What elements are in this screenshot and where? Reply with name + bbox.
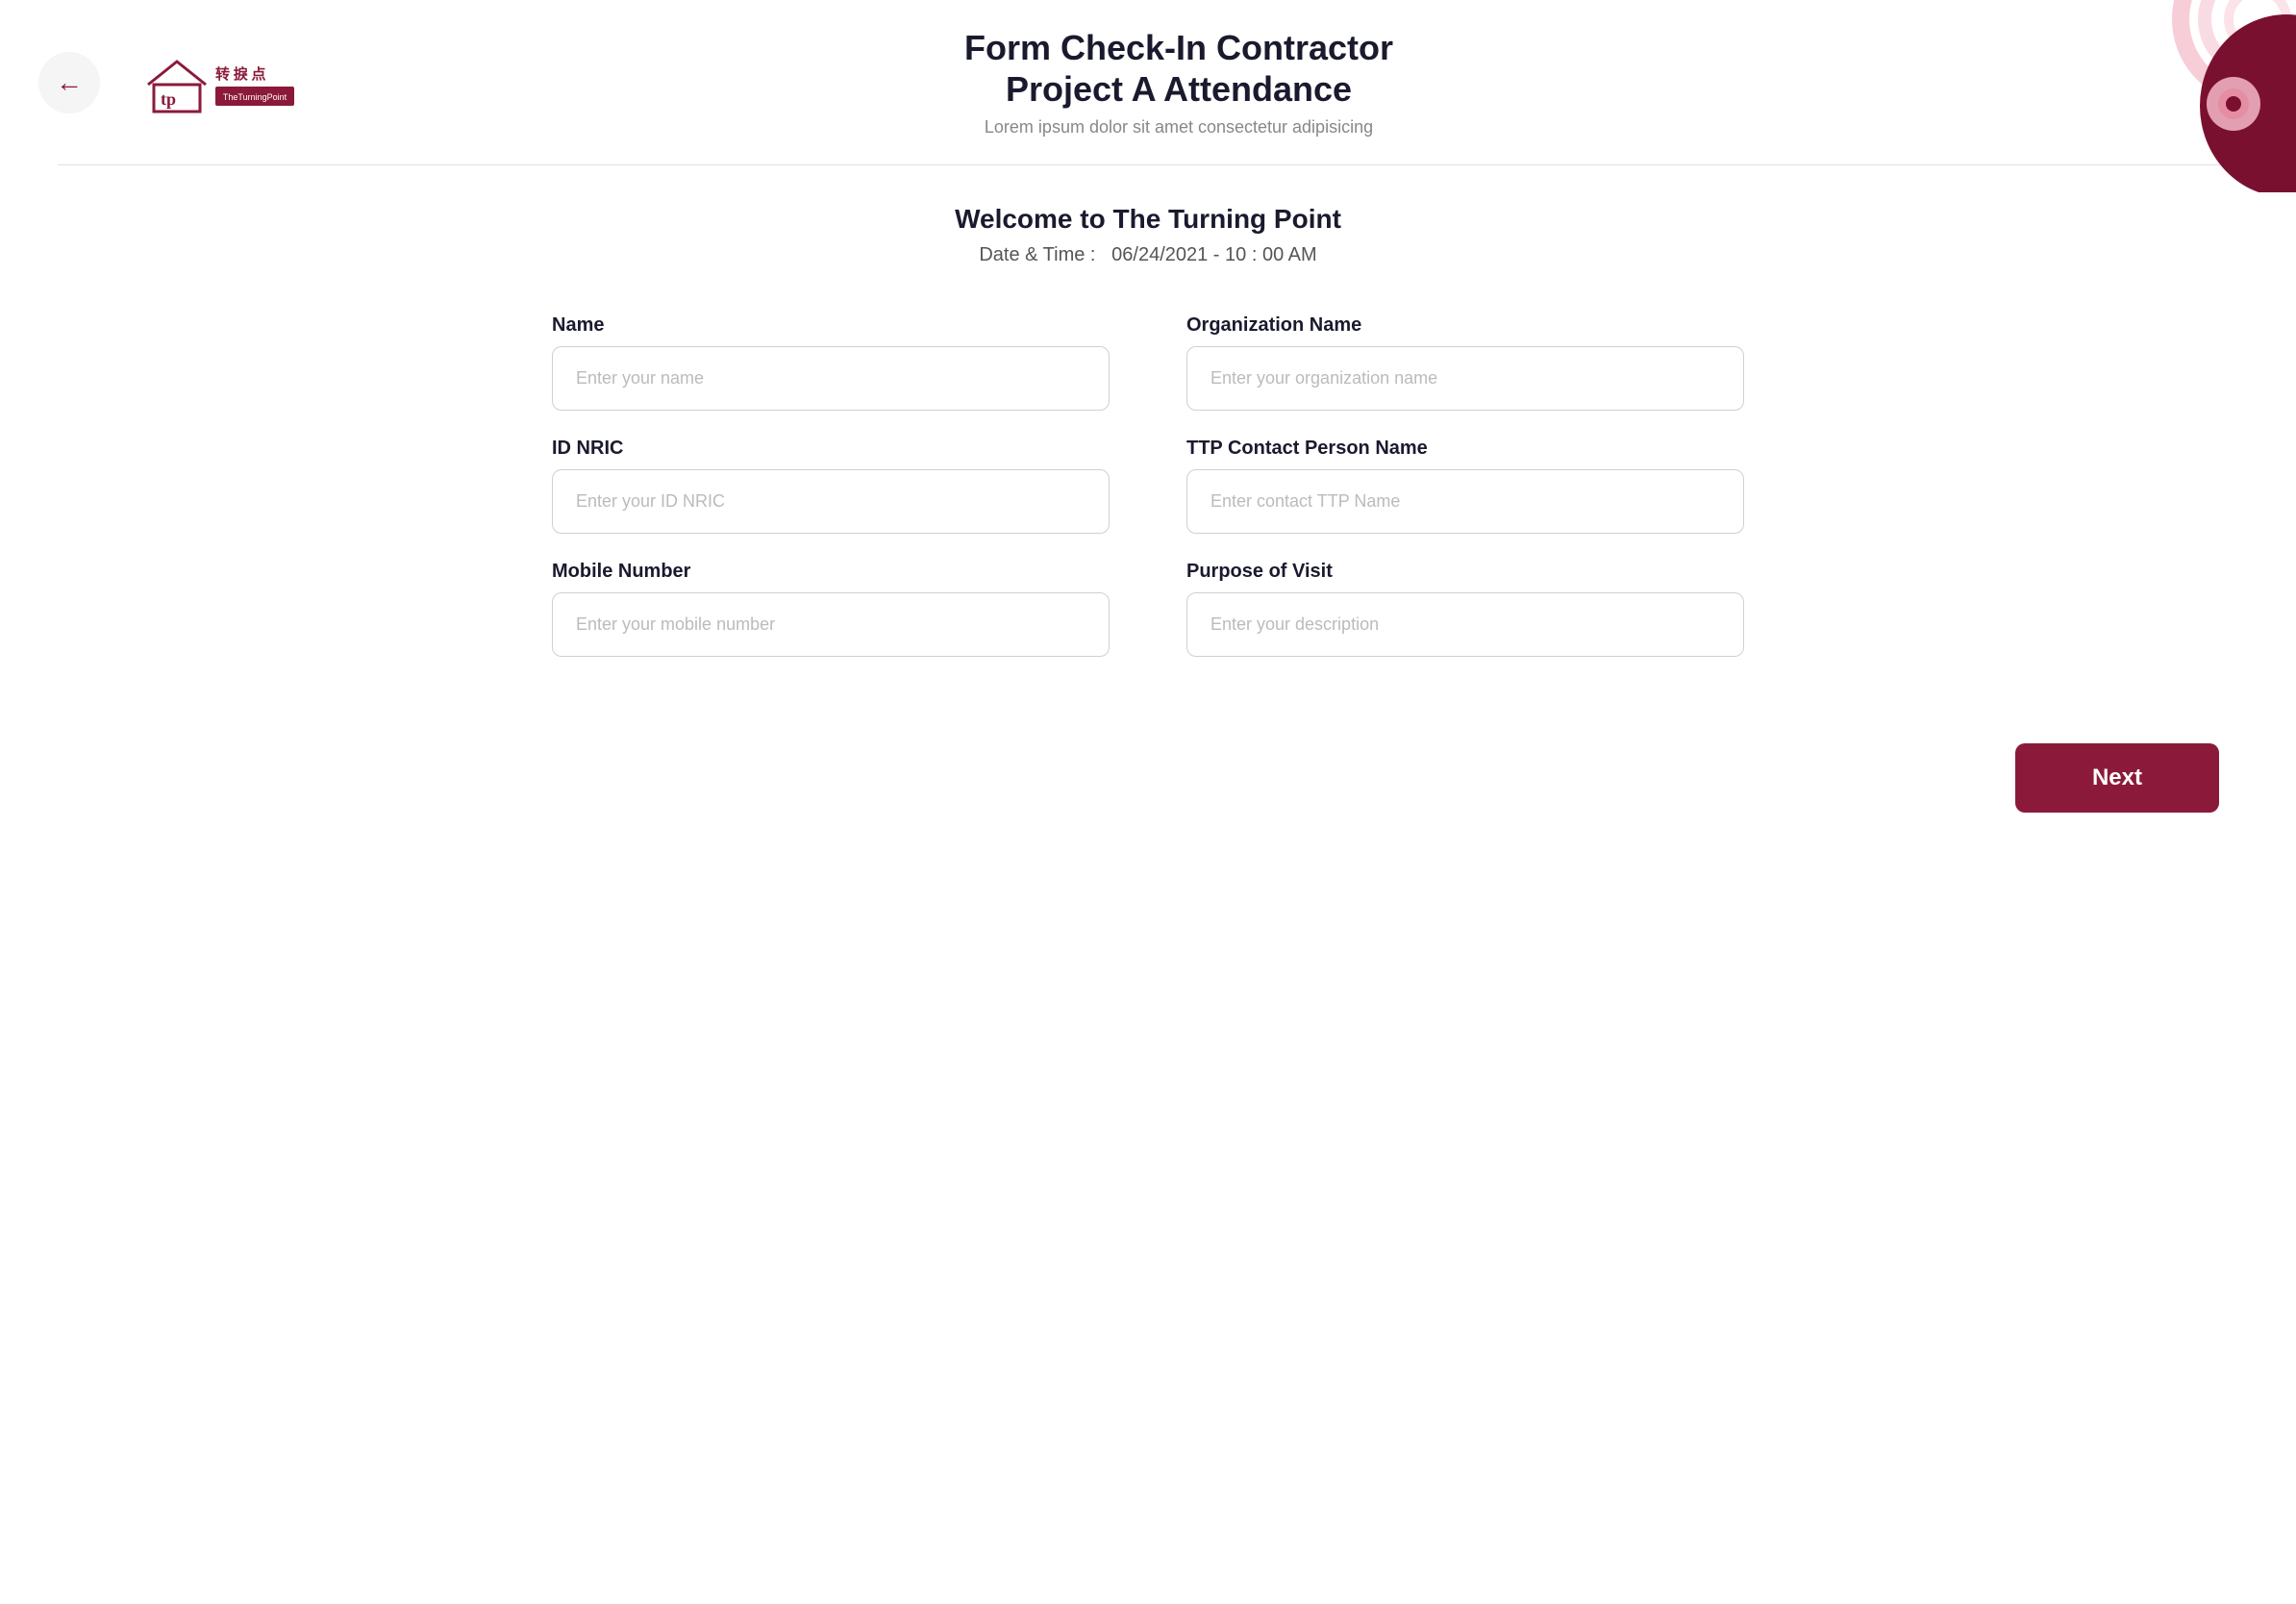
form-subtitle: Lorem ipsum dolor sit amet consectetur a… [302, 117, 2056, 138]
label-mobile: Mobile Number [552, 561, 1110, 583]
label-ttp-contact: TTP Contact Person Name [1186, 438, 1744, 460]
form-group-purpose: Purpose of Visit [1186, 561, 1744, 657]
label-purpose: Purpose of Visit [1186, 561, 1744, 583]
next-button[interactable]: Next [2015, 743, 2219, 813]
welcome-title: Welcome to The Turning Point [0, 204, 2296, 235]
page-header: ← tp 转 捩 点 TheTurningPoint Form Check-In… [0, 0, 2296, 164]
form-group-name: Name [552, 314, 1110, 411]
form-group-mobile: Mobile Number [552, 561, 1110, 657]
label-name: Name [552, 314, 1110, 337]
input-id-nric[interactable] [552, 469, 1110, 534]
input-organization[interactable] [1186, 346, 1744, 411]
form-group-ttp-contact: TTP Contact Person Name [1186, 438, 1744, 534]
input-ttp-contact[interactable] [1186, 469, 1744, 534]
datetime-label: Date & Time : [979, 244, 1095, 265]
form-grid: Name Organization Name ID NRIC TTP Conta… [552, 314, 1744, 657]
form-container: Name Organization Name ID NRIC TTP Conta… [475, 295, 1821, 714]
label-organization: Organization Name [1186, 314, 1744, 337]
label-id-nric: ID NRIC [552, 438, 1110, 460]
svg-text:tp: tp [161, 89, 176, 109]
input-name[interactable] [552, 346, 1110, 411]
input-mobile[interactable] [552, 592, 1110, 657]
form-group-organization: Organization Name [1186, 314, 1744, 411]
back-icon: ← [56, 67, 83, 98]
logo: tp 转 捩 点 TheTurningPoint [129, 44, 302, 121]
back-button[interactable]: ← [38, 52, 100, 113]
welcome-datetime: Date & Time : 06/24/2021 - 10 : 00 AM [0, 244, 2296, 266]
svg-text:TheTurningPoint: TheTurningPoint [223, 92, 287, 102]
input-purpose[interactable] [1186, 592, 1744, 657]
welcome-section: Welcome to The Turning Point Date & Time… [0, 165, 2296, 295]
svg-text:转 捩 点: 转 捩 点 [215, 65, 266, 83]
form-title: Form Check-In Contractor Project A Atten… [302, 27, 2056, 110]
form-group-id-nric: ID NRIC [552, 438, 1110, 534]
form-actions: Next [0, 714, 2296, 851]
header-title-area: Form Check-In Contractor Project A Atten… [302, 27, 2056, 138]
datetime-value: 06/24/2021 - 10 : 00 AM [1111, 244, 1317, 265]
